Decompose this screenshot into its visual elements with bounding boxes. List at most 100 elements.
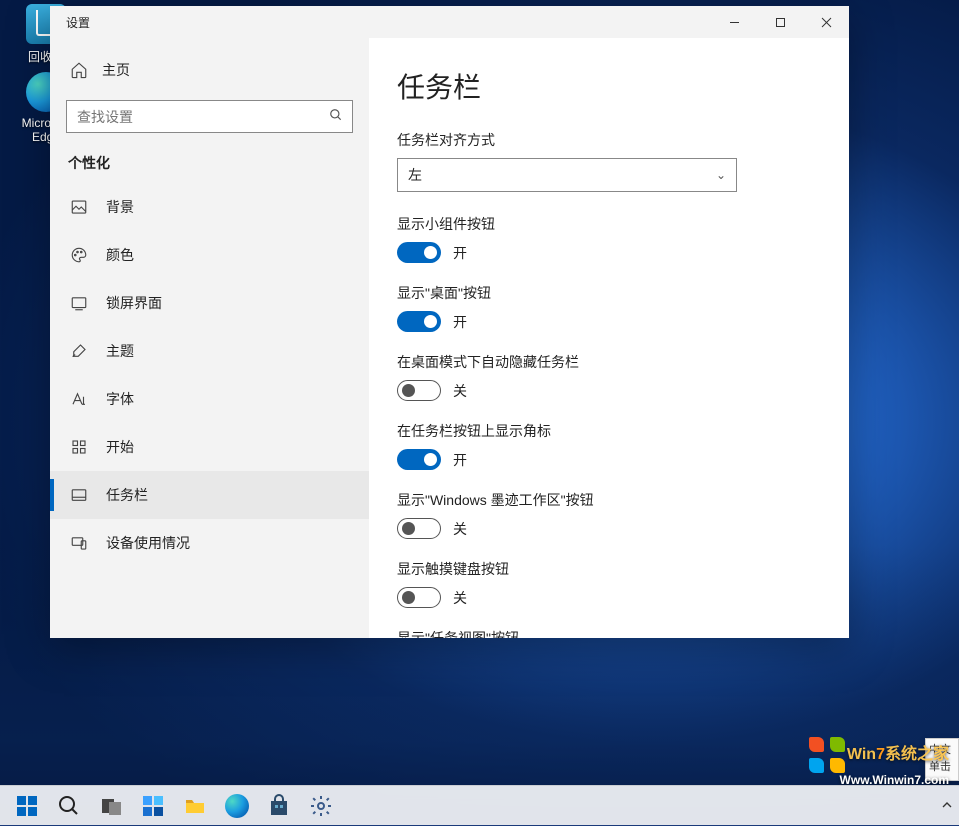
- alignment-value: 左: [408, 165, 422, 185]
- sidebar-item-label: 锁屏界面: [106, 293, 162, 313]
- setting-row: 显示触摸键盘按钮关: [397, 559, 821, 608]
- watermark-brand-post: 系统之家: [885, 746, 949, 763]
- setting-row: 显示"任务视图"按钮开: [397, 628, 821, 638]
- sidebar: 主页 个性化 背景 颜色 锁屏界面: [50, 38, 369, 638]
- sidebar-home-label: 主页: [102, 60, 130, 80]
- setting-label: 在任务栏按钮上显示角标: [397, 421, 821, 441]
- toggle-knob: [402, 522, 415, 535]
- setting-row: 显示"Windows 墨迹工作区"按钮关: [397, 490, 821, 539]
- close-button[interactable]: [803, 6, 849, 38]
- taskbar-explorer-button[interactable]: [174, 786, 216, 826]
- watermark: Win7系统之家 Www.Winwin7.com: [809, 737, 949, 787]
- taskbar-settings-button[interactable]: [300, 786, 342, 826]
- window-title: 设置: [50, 14, 711, 31]
- device-icon: [70, 534, 88, 552]
- toggle-knob: [424, 453, 437, 466]
- start-button[interactable]: [6, 786, 48, 826]
- lockscreen-icon: [70, 294, 88, 312]
- sidebar-item-label: 主题: [106, 341, 134, 361]
- palette-icon: [70, 246, 88, 264]
- alignment-label: 任务栏对齐方式: [397, 130, 821, 150]
- toggle-switch[interactable]: [397, 380, 441, 401]
- taskbar-search-button[interactable]: [48, 786, 90, 826]
- content-pane[interactable]: 任务栏 任务栏对齐方式 左 ⌄ 显示小组件按钮开显示"桌面"按钮开在桌面模式下自…: [369, 38, 849, 638]
- toggle-switch[interactable]: [397, 242, 441, 263]
- gear-icon: [309, 794, 333, 818]
- alignment-dropdown[interactable]: 左 ⌄: [397, 158, 737, 192]
- setting-label: 显示触摸键盘按钮: [397, 559, 821, 579]
- sidebar-item-background[interactable]: 背景: [50, 183, 369, 231]
- windows-logo-icon: [809, 737, 845, 773]
- toggle-state-text: 开: [453, 243, 467, 263]
- search-icon: [57, 794, 81, 818]
- search-input[interactable]: [66, 100, 353, 133]
- sidebar-item-label: 字体: [106, 389, 134, 409]
- grid-icon: [70, 438, 88, 456]
- sidebar-item-taskbar[interactable]: 任务栏: [50, 471, 369, 519]
- toggle-state-text: 关: [453, 519, 467, 539]
- sidebar-home[interactable]: 主页: [50, 50, 369, 90]
- toggle-state-text: 开: [453, 312, 467, 332]
- setting-label: 显示小组件按钮: [397, 214, 821, 234]
- setting-label: 显示"任务视图"按钮: [397, 628, 821, 638]
- sidebar-item-label: 任务栏: [106, 485, 148, 505]
- setting-label: 在桌面模式下自动隐藏任务栏: [397, 352, 821, 372]
- taskbar-store-button[interactable]: [258, 786, 300, 826]
- watermark-brand-pre: Win: [847, 746, 876, 763]
- home-icon: [70, 61, 88, 79]
- toggle-knob: [424, 315, 437, 328]
- taskview-icon: [99, 794, 123, 818]
- minimize-button[interactable]: [711, 6, 757, 38]
- search-wrapper: [66, 100, 353, 133]
- sidebar-nav: 背景 颜色 锁屏界面 主题 字体: [50, 183, 369, 626]
- setting-row: 在桌面模式下自动隐藏任务栏关: [397, 352, 821, 401]
- system-tray[interactable]: [939, 785, 955, 825]
- taskbar-taskview-button[interactable]: [90, 786, 132, 826]
- windows-start-icon: [15, 794, 39, 818]
- sidebar-item-lockscreen[interactable]: 锁屏界面: [50, 279, 369, 327]
- sidebar-item-start[interactable]: 开始: [50, 423, 369, 471]
- setting-label: 显示"桌面"按钮: [397, 283, 821, 303]
- chevron-up-icon: [939, 797, 955, 813]
- search-icon: [329, 108, 343, 125]
- setting-row: 在任务栏按钮上显示角标开: [397, 421, 821, 470]
- sidebar-item-themes[interactable]: 主题: [50, 327, 369, 375]
- toggle-state-text: 关: [453, 381, 467, 401]
- sidebar-item-label: 开始: [106, 437, 134, 457]
- sidebar-item-colors[interactable]: 颜色: [50, 231, 369, 279]
- toggle-knob: [402, 384, 415, 397]
- toggle-state-text: 开: [453, 450, 467, 470]
- toggle-switch[interactable]: [397, 449, 441, 470]
- chevron-down-icon: ⌄: [716, 168, 726, 182]
- toggle-state-text: 关: [453, 588, 467, 608]
- page-title: 任务栏: [397, 66, 821, 106]
- setting-row: 显示小组件按钮开: [397, 214, 821, 263]
- toggle-knob: [424, 246, 437, 259]
- taskbar: [0, 785, 959, 825]
- widgets-icon: [141, 794, 165, 818]
- sidebar-item-device-usage[interactable]: 设备使用情况: [50, 519, 369, 567]
- setting-label: 显示"Windows 墨迹工作区"按钮: [397, 490, 821, 510]
- brush-icon: [70, 342, 88, 360]
- store-icon: [267, 794, 291, 818]
- toggle-knob: [402, 591, 415, 604]
- sidebar-item-label: 颜色: [106, 245, 134, 265]
- folder-icon: [183, 794, 207, 818]
- titlebar[interactable]: 设置: [50, 6, 849, 38]
- taskbar-widgets-button[interactable]: [132, 786, 174, 826]
- sidebar-item-fonts[interactable]: 字体: [50, 375, 369, 423]
- taskbar-edge-button[interactable]: [216, 786, 258, 826]
- picture-icon: [70, 198, 88, 216]
- toggle-switch[interactable]: [397, 311, 441, 332]
- setting-row: 显示"桌面"按钮开: [397, 283, 821, 332]
- sidebar-item-label: 设备使用情况: [106, 533, 190, 553]
- settings-window: 设置 主页 个性化 背景 颜色: [50, 6, 849, 638]
- taskbar-icon: [70, 486, 88, 504]
- edge-icon: [225, 794, 249, 818]
- toggle-switch[interactable]: [397, 518, 441, 539]
- maximize-button[interactable]: [757, 6, 803, 38]
- sidebar-section-label: 个性化: [50, 147, 369, 183]
- sidebar-item-label: 背景: [106, 197, 134, 217]
- font-icon: [70, 390, 88, 408]
- toggle-switch[interactable]: [397, 587, 441, 608]
